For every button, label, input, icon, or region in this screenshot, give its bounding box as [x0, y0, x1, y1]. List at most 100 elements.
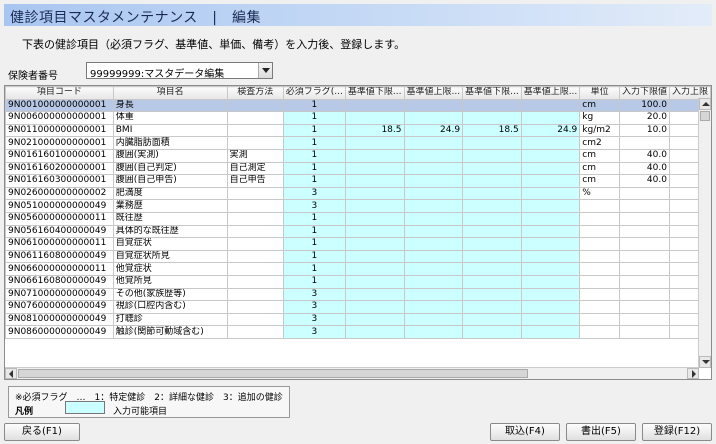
table-cell[interactable] — [344, 262, 405, 276]
table-cell[interactable] — [520, 300, 581, 314]
column-header[interactable]: 基準値下限... — [462, 86, 522, 100]
table-cell[interactable]: 1 — [282, 262, 346, 276]
column-header[interactable]: 項目コード — [5, 86, 114, 100]
horizontal-scrollbar[interactable] — [5, 367, 699, 379]
table-cell[interactable] — [344, 211, 405, 226]
table-cell[interactable]: 1 — [282, 148, 346, 163]
table-cell[interactable] — [403, 325, 464, 339]
table-cell[interactable] — [462, 174, 522, 188]
table-cell[interactable] — [344, 312, 405, 327]
table-row[interactable]: 9N086000000000049 触診(関節可動域含む) 3 — [5, 325, 711, 339]
table-row[interactable]: 9N056000000000011 既往歴 1 — [5, 211, 711, 226]
table-row[interactable]: 9N006000000000001体重1kg20.02 — [5, 111, 711, 125]
table-row[interactable]: 9N011000000000001 BMI 1 18.5 24.9 18.5 24.9 kg/… — [5, 123, 711, 138]
table-cell[interactable] — [462, 325, 522, 339]
table-cell[interactable] — [344, 287, 405, 302]
table-cell[interactable] — [462, 312, 522, 327]
insurer-select[interactable]: 99999999:マスタデータ編集 — [86, 62, 273, 80]
table-cell[interactable] — [462, 111, 522, 125]
horizontal-scroll-thumb[interactable] — [18, 369, 528, 378]
table-cell[interactable] — [403, 148, 464, 163]
table-cell[interactable]: 3 — [282, 287, 346, 302]
table-cell[interactable] — [344, 224, 405, 239]
table-cell[interactable]: 1 — [282, 274, 346, 289]
table-cell[interactable] — [520, 199, 581, 213]
table-cell[interactable] — [403, 186, 464, 201]
table-cell[interactable] — [462, 274, 522, 289]
table-cell[interactable] — [462, 262, 522, 276]
table-cell[interactable] — [403, 312, 464, 327]
table-cell[interactable] — [344, 136, 405, 150]
table-cell[interactable]: 18.5 — [462, 123, 522, 138]
table-row[interactable]: 9N061160800000049 自覚症状所見 1 — [5, 249, 711, 264]
table-cell[interactable] — [344, 98, 405, 113]
table-cell[interactable]: 1 — [282, 174, 346, 188]
vertical-scroll-thumb[interactable] — [700, 111, 710, 121]
table-cell[interactable] — [462, 148, 522, 163]
table-cell[interactable]: 3 — [282, 325, 346, 339]
table-cell[interactable]: 1 — [282, 98, 346, 113]
table-cell[interactable] — [462, 249, 522, 264]
table-cell[interactable] — [344, 300, 405, 314]
table-cell[interactable] — [403, 224, 464, 239]
table-cell[interactable] — [520, 186, 581, 201]
column-header[interactable]: 基準値下限... — [344, 86, 405, 100]
column-header[interactable]: 必須フラグ(... — [282, 86, 346, 100]
table-cell[interactable] — [344, 161, 405, 176]
table-cell[interactable] — [462, 161, 522, 176]
table-cell[interactable] — [520, 161, 581, 176]
table-cell[interactable] — [462, 300, 522, 314]
table-cell[interactable] — [403, 262, 464, 276]
scroll-left-icon[interactable] — [5, 368, 17, 379]
table-cell[interactable] — [462, 136, 522, 150]
table-row[interactable]: 9N066160800000049 他覚所見 1 — [5, 274, 711, 289]
table-row[interactable]: 9N081000000000049 打聴診 3 — [5, 312, 711, 327]
table-cell[interactable]: 1 — [282, 111, 346, 125]
column-header[interactable]: 単位 — [579, 86, 620, 100]
table-cell[interactable] — [403, 161, 464, 176]
table-row[interactable]: 9N076000000000049 視診(口腔内含む) 3 — [5, 300, 711, 314]
table-cell[interactable] — [403, 111, 464, 125]
table-cell[interactable] — [520, 111, 581, 125]
table-row[interactable]: 9N051000000000049 業務歴 3 — [5, 199, 711, 213]
table-cell[interactable]: 1 — [282, 211, 346, 226]
table-row[interactable]: 9N016160100000001腹囲(実測)実測1cm40.02 — [5, 148, 711, 163]
column-header[interactable]: 項目名 — [112, 86, 228, 100]
column-header[interactable]: 入力下限値 — [618, 86, 670, 100]
table-cell[interactable]: 24.9 — [520, 123, 581, 138]
table-cell[interactable] — [520, 174, 581, 188]
table-cell[interactable] — [520, 98, 581, 113]
export-button[interactable]: 書出(F5) — [566, 423, 636, 441]
table-cell[interactable] — [403, 249, 464, 264]
table-cell[interactable] — [462, 199, 522, 213]
table-cell[interactable] — [462, 211, 522, 226]
table-cell[interactable]: 3 — [282, 312, 346, 327]
table-row[interactable]: 9N056160400000049 具体的な既往歴 1 — [5, 224, 711, 239]
table-cell[interactable] — [403, 237, 464, 251]
table-cell[interactable] — [520, 249, 581, 264]
table-cell[interactable]: 18.5 — [344, 123, 405, 138]
table-cell[interactable] — [520, 136, 581, 150]
table-cell[interactable] — [344, 148, 405, 163]
table-cell[interactable] — [403, 98, 464, 113]
scroll-right-icon[interactable] — [687, 368, 699, 379]
table-cell[interactable] — [403, 287, 464, 302]
table-cell[interactable] — [520, 224, 581, 239]
table-row[interactable]: 9N066000000000011 他覚症状 1 — [5, 262, 711, 276]
table-cell[interactable] — [403, 199, 464, 213]
table-cell[interactable] — [403, 211, 464, 226]
column-header[interactable]: 基準値上限... — [520, 86, 581, 100]
table-cell[interactable]: 3 — [282, 300, 346, 314]
import-button[interactable]: 取込(F4) — [490, 423, 560, 441]
vertical-scrollbar[interactable] — [698, 98, 711, 368]
table-cell[interactable]: 1 — [282, 136, 346, 150]
table-cell[interactable] — [344, 274, 405, 289]
scroll-up-icon[interactable] — [699, 98, 711, 110]
table-cell[interactable] — [344, 174, 405, 188]
table-cell[interactable] — [462, 237, 522, 251]
table-cell[interactable] — [344, 111, 405, 125]
table-cell[interactable]: 1 — [282, 249, 346, 264]
table-cell[interactable]: 3 — [282, 199, 346, 213]
column-header[interactable]: 検査方法 — [226, 86, 284, 100]
table-cell[interactable]: 1 — [282, 161, 346, 176]
